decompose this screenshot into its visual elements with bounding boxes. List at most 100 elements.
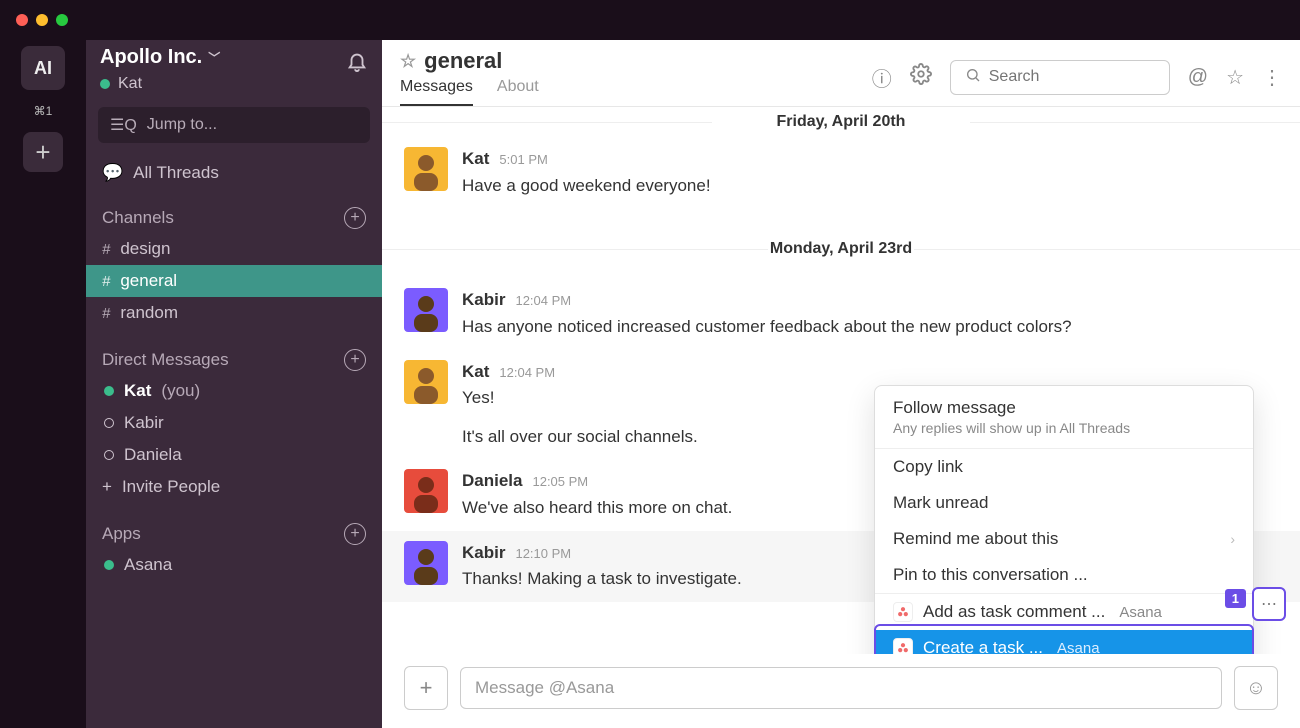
add-channel-button[interactable]: + <box>344 207 366 229</box>
maximize-window-button[interactable] <box>56 14 68 26</box>
notifications-button[interactable] <box>346 50 368 78</box>
message-more-actions-button[interactable]: ⋯ <box>1252 587 1286 621</box>
avatar[interactable] <box>404 469 448 513</box>
current-user-name: Kat <box>118 75 142 93</box>
sidebar: Apollo Inc. ﹀ Kat ☰Q Jump to... 💬 All Th… <box>86 40 382 728</box>
message-user[interactable]: Kat <box>462 360 489 385</box>
menu-item-create-task[interactable]: Create a task ... Asana <box>875 630 1253 654</box>
message-text: It's all over our social channels. <box>462 425 698 450</box>
add-app-button[interactable]: + <box>344 523 366 545</box>
search-icon <box>965 67 981 88</box>
avatar[interactable] <box>404 360 448 404</box>
menu-item-mark-unread[interactable]: Mark unread <box>875 485 1253 521</box>
avatar[interactable] <box>404 147 448 191</box>
message-time: 12:05 PM <box>532 473 588 492</box>
minimize-window-button[interactable] <box>36 14 48 26</box>
hash-icon: # <box>102 305 110 322</box>
channels-heading: Channels <box>102 208 174 228</box>
tab-messages[interactable]: Messages <box>400 78 473 106</box>
message-user[interactable]: Kabir <box>462 541 505 566</box>
presence-offline-icon <box>104 418 114 428</box>
menu-item-follow[interactable]: Follow message Any replies will show up … <box>875 386 1253 448</box>
message-time: 12:04 PM <box>515 292 571 311</box>
main-pane: ☆ general Messages About ⓘ <box>382 40 1300 728</box>
channel-list: #design #general #random <box>86 233 382 329</box>
channel-header: ☆ general Messages About ⓘ <box>382 40 1300 106</box>
add-workspace-button[interactable]: + <box>23 132 63 172</box>
star-icon[interactable]: ☆ <box>400 51 416 72</box>
presence-indicator-icon <box>100 79 110 89</box>
presence-online-icon <box>104 386 114 396</box>
app-list: Asana <box>86 549 382 581</box>
info-icon[interactable]: ⓘ <box>872 63 892 92</box>
close-window-button[interactable] <box>16 14 28 26</box>
annotation-badge-1: 1 <box>1225 589 1246 608</box>
message-time: 12:04 PM <box>499 364 555 383</box>
chevron-down-icon: ﹀ <box>208 49 220 66</box>
jump-to-input[interactable]: ☰Q Jump to... <box>98 107 370 143</box>
channel-item-random[interactable]: #random <box>86 297 382 329</box>
invite-people-button[interactable]: + Invite People <box>86 471 382 503</box>
channel-title: general <box>424 48 502 74</box>
chevron-right-icon: › <box>1230 531 1235 547</box>
message-user[interactable]: Kabir <box>462 288 505 313</box>
composer: + Message @Asana ☺ <box>382 654 1300 728</box>
menu-item-add-task-comment[interactable]: Add as task comment ... Asana <box>875 594 1253 630</box>
message-text: Yes! <box>462 386 698 411</box>
message-context-menu: Follow message Any replies will show up … <box>874 385 1254 654</box>
dm-item-kabir[interactable]: Kabir <box>86 407 382 439</box>
app-item-asana[interactable]: Asana <box>86 549 382 581</box>
dm-item-kat[interactable]: Kat (you) <box>86 375 382 407</box>
asana-icon <box>893 602 913 622</box>
channel-item-general[interactable]: #general <box>86 265 382 297</box>
gear-icon[interactable] <box>910 63 932 91</box>
composer-placeholder: Message @Asana <box>475 678 614 698</box>
date-separator: Friday, April 20th <box>382 107 1300 137</box>
avatar[interactable] <box>404 541 448 585</box>
search-list-icon: ☰Q <box>110 115 137 135</box>
workspace-name: Apollo Inc. <box>100 46 202 69</box>
menu-item-remind[interactable]: Remind me about this› <box>875 521 1253 557</box>
all-threads-link[interactable]: 💬 All Threads <box>86 157 382 201</box>
message-row: Kabir 12:04 PM Has anyone noticed increas… <box>382 278 1300 349</box>
mentions-icon[interactable]: @ <box>1188 66 1208 89</box>
all-threads-label: All Threads <box>133 163 219 183</box>
message-text: Has anyone noticed increased customer fe… <box>462 315 1072 340</box>
dm-item-daniela[interactable]: Daniela <box>86 439 382 471</box>
message-scroll[interactable]: Friday, April 20th Kat 5:01 PM Have a goo… <box>382 107 1300 654</box>
message-time: 5:01 PM <box>499 151 547 170</box>
plus-icon: + <box>102 477 112 497</box>
apps-heading: Apps <box>102 524 141 544</box>
dm-list: Kat (you) Kabir Daniela + Invite People <box>86 375 382 503</box>
jump-to-label: Jump to... <box>147 116 217 134</box>
message-user[interactable]: Daniela <box>462 469 522 494</box>
workspace-shortcut-label: ⌘1 <box>34 104 53 118</box>
asana-icon <box>893 638 913 654</box>
workspace-switch-button[interactable]: AI <box>21 46 65 90</box>
message-text: Have a good weekend everyone! <box>462 174 711 199</box>
date-separator: Monday, April 23rd <box>382 234 1300 264</box>
search-input[interactable] <box>950 60 1170 95</box>
composer-input[interactable]: Message @Asana <box>460 667 1222 709</box>
more-vert-icon[interactable]: ⋮ <box>1262 65 1282 90</box>
menu-item-pin[interactable]: Pin to this conversation ... <box>875 557 1253 593</box>
composer-attach-button[interactable]: + <box>404 666 448 710</box>
add-dm-button[interactable]: + <box>344 349 366 371</box>
workspace-menu-button[interactable]: Apollo Inc. ﹀ <box>100 46 220 69</box>
search-field[interactable] <box>989 68 1196 86</box>
hash-icon: # <box>102 241 110 258</box>
avatar[interactable] <box>404 288 448 332</box>
emoji-button[interactable]: ☺ <box>1234 666 1278 710</box>
message-time: 12:10 PM <box>515 545 571 564</box>
message-text: Thanks! Making a task to investigate. <box>462 567 742 592</box>
message-row: Kat 5:01 PM Have a good weekend everyone! <box>382 137 1300 208</box>
workspace-rail: AI ⌘1 + <box>0 40 86 728</box>
window-titlebar <box>0 0 1300 40</box>
channel-item-design[interactable]: #design <box>86 233 382 265</box>
menu-item-copy-link[interactable]: Copy link <box>875 449 1253 485</box>
presence-offline-icon <box>104 450 114 460</box>
star-list-icon[interactable]: ☆ <box>1226 65 1244 90</box>
message-user[interactable]: Kat <box>462 147 489 172</box>
message-text: We've also heard this more on chat. <box>462 496 732 521</box>
tab-about[interactable]: About <box>497 78 539 106</box>
